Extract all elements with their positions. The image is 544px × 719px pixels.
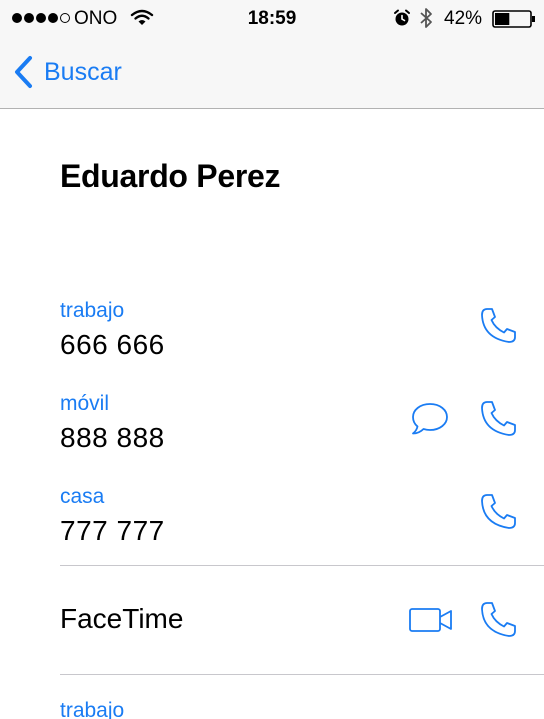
top-bar: ONO 18:59 42% Buscar: [0, 0, 544, 109]
phone-number[interactable]: 888 888: [60, 421, 165, 455]
battery-percent: 42%: [444, 8, 483, 29]
navigation-bar: Buscar: [0, 38, 544, 108]
back-button-label: Buscar: [44, 58, 122, 86]
phone-number[interactable]: 666 666: [60, 328, 165, 362]
contact-name: Eduardo Perez: [60, 158, 281, 194]
phone-label: trabajo: [60, 299, 125, 322]
phone-label: casa: [60, 485, 105, 508]
facetime-label: FaceTime: [60, 603, 184, 634]
phone-row-movil[interactable]: móvil 888 888: [0, 391, 544, 471]
phone-label: móvil: [60, 392, 110, 415]
call-icon[interactable]: [478, 492, 518, 532]
call-icon[interactable]: [478, 306, 518, 346]
battery-icon: [492, 10, 535, 28]
chevron-left-icon: [15, 56, 32, 88]
divider: [60, 565, 544, 566]
audio-call-icon[interactable]: [478, 600, 518, 640]
divider: [60, 674, 544, 675]
contact-detail-screen: ONO 18:59 42% Buscar Eduardo Perez traba…: [0, 0, 544, 719]
alarm-icon: [394, 9, 410, 26]
status-bar: ONO 18:59 42%: [0, 0, 544, 38]
phone-number[interactable]: 777 777: [60, 514, 165, 548]
facetime-row[interactable]: FaceTime: [0, 586, 544, 654]
bluetooth-icon: [420, 8, 432, 28]
message-icon[interactable]: [410, 401, 450, 437]
phone-row-trabajo[interactable]: trabajo 666 666: [0, 298, 544, 378]
back-button[interactable]: Buscar: [12, 54, 122, 90]
section-label-trabajo: trabajo: [60, 699, 125, 719]
video-call-icon[interactable]: [408, 606, 454, 634]
phone-row-casa[interactable]: casa 777 777: [0, 484, 544, 564]
call-icon[interactable]: [478, 399, 518, 439]
